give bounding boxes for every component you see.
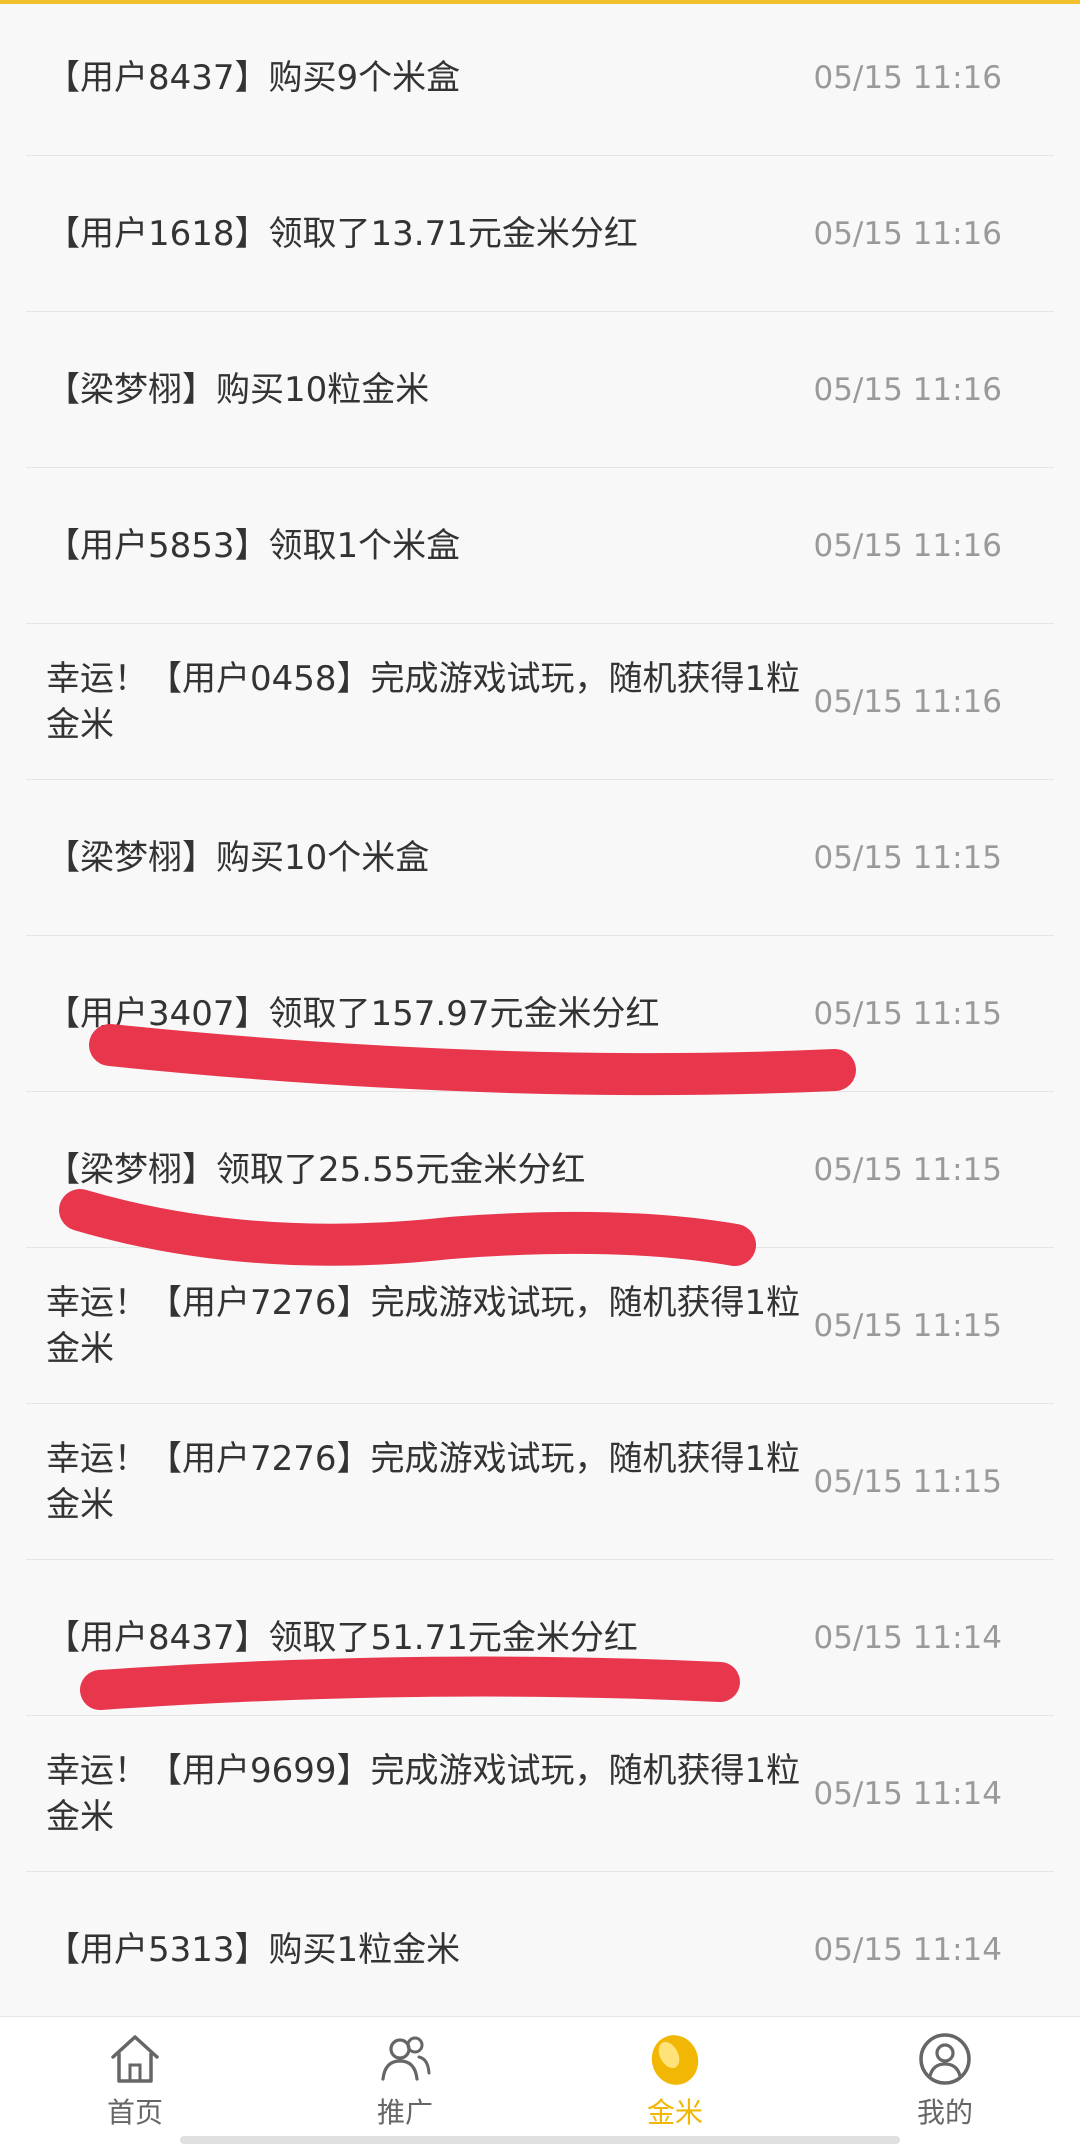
feed-item-time: 05/15 11:16 — [813, 683, 1002, 720]
list-item: 【用户5313】购买1粒金米 05/15 11:14 — [26, 1872, 1054, 2028]
profile-icon — [915, 2029, 975, 2089]
feed-item-text: 【用户3407】领取了157.97元金米分红 — [46, 993, 660, 1034]
feed-item-text: 【用户8437】领取了51.71元金米分红 — [46, 1617, 638, 1658]
users-icon — [375, 2029, 435, 2089]
list-item: 【用户8437】领取了51.71元金米分红 05/15 11:14 — [26, 1560, 1054, 1716]
feed-item-time: 05/15 11:15 — [813, 1307, 1002, 1344]
activity-feed[interactable]: 【用户8437】购买9个米盒 05/15 11:16 【用户1618】领取了13… — [0, 0, 1080, 2028]
gold-rice-icon — [645, 2029, 705, 2089]
list-item: 【梁梦栩】购买10个米盒 05/15 11:15 — [26, 780, 1054, 936]
feed-item-text: 【梁梦栩】购买10粒金米 — [46, 369, 430, 410]
feed-item-time: 05/15 11:15 — [813, 995, 1002, 1032]
feed-item-text: 【用户5313】购买1粒金米 — [46, 1929, 461, 1970]
feed-item-text: 幸运！【用户0458】完成游戏试玩，随机获得1粒金米 — [46, 658, 801, 745]
feed-item-text: 【用户1618】领取了13.71元金米分红 — [46, 213, 638, 254]
home-icon — [105, 2029, 165, 2089]
feed-item-time: 05/15 11:16 — [813, 371, 1002, 408]
feed-item-time: 05/15 11:15 — [813, 839, 1002, 876]
tab-promotion[interactable]: 推广 — [270, 2017, 540, 2145]
feed-item-text: 幸运！【用户7276】完成游戏试玩，随机获得1粒金米 — [46, 1282, 801, 1369]
list-item: 【用户5853】领取1个米盒 05/15 11:16 — [26, 468, 1054, 624]
tab-home[interactable]: 首页 — [0, 2017, 270, 2145]
list-item: 【梁梦栩】领取了25.55元金米分红 05/15 11:15 — [26, 1092, 1054, 1248]
feed-item-time: 05/15 11:16 — [813, 527, 1002, 564]
tab-promotion-label: 推广 — [376, 2096, 433, 2129]
feed-item-text: 幸运！【用户7276】完成游戏试玩，随机获得1粒金米 — [46, 1438, 801, 1525]
feed-item-text: 【梁梦栩】领取了25.55元金米分红 — [46, 1149, 586, 1190]
tab-gold-rice[interactable]: 金米 — [540, 2017, 810, 2145]
list-item: 幸运！【用户7276】完成游戏试玩，随机获得1粒金米 05/15 11:15 — [26, 1404, 1054, 1560]
list-item: 【用户8437】购买9个米盒 05/15 11:16 — [26, 0, 1054, 156]
list-item: 【用户1618】领取了13.71元金米分红 05/15 11:16 — [26, 156, 1054, 312]
feed-item-time: 05/15 11:15 — [813, 1151, 1002, 1188]
list-item: 【用户3407】领取了157.97元金米分红 05/15 11:15 — [26, 936, 1054, 1092]
list-item: 幸运！【用户9699】完成游戏试玩，随机获得1粒金米 05/15 11:14 — [26, 1716, 1054, 1872]
tab-mine[interactable]: 我的 — [810, 2017, 1080, 2145]
feed-item-text: 【用户5853】领取1个米盒 — [46, 525, 461, 566]
feed-item-time: 05/15 11:16 — [813, 59, 1002, 96]
list-item: 幸运！【用户7276】完成游戏试玩，随机获得1粒金米 05/15 11:15 — [26, 1248, 1054, 1404]
feed-item-text: 【用户8437】购买9个米盒 — [46, 57, 461, 98]
feed-item-time: 05/15 11:14 — [813, 1775, 1002, 1812]
tab-gold-rice-label: 金米 — [646, 2096, 703, 2129]
feed-item-text: 【梁梦栩】购买10个米盒 — [46, 837, 430, 878]
feed-item-time: 05/15 11:15 — [813, 1463, 1002, 1500]
tab-home-label: 首页 — [106, 2096, 163, 2129]
list-item: 【梁梦栩】购买10粒金米 05/15 11:16 — [26, 312, 1054, 468]
feed-item-time: 05/15 11:14 — [813, 1619, 1002, 1656]
feed-item-time: 05/15 11:16 — [813, 215, 1002, 252]
feed-item-time: 05/15 11:14 — [813, 1931, 1002, 1968]
list-item: 幸运！【用户0458】完成游戏试玩，随机获得1粒金米 05/15 11:16 — [26, 624, 1054, 780]
home-indicator — [180, 2136, 900, 2144]
tab-mine-label: 我的 — [916, 2096, 973, 2129]
feed-item-text: 幸运！【用户9699】完成游戏试玩，随机获得1粒金米 — [46, 1750, 801, 1837]
bottom-tab-bar: 首页 推广 金米 我的 — [0, 2016, 1080, 2145]
